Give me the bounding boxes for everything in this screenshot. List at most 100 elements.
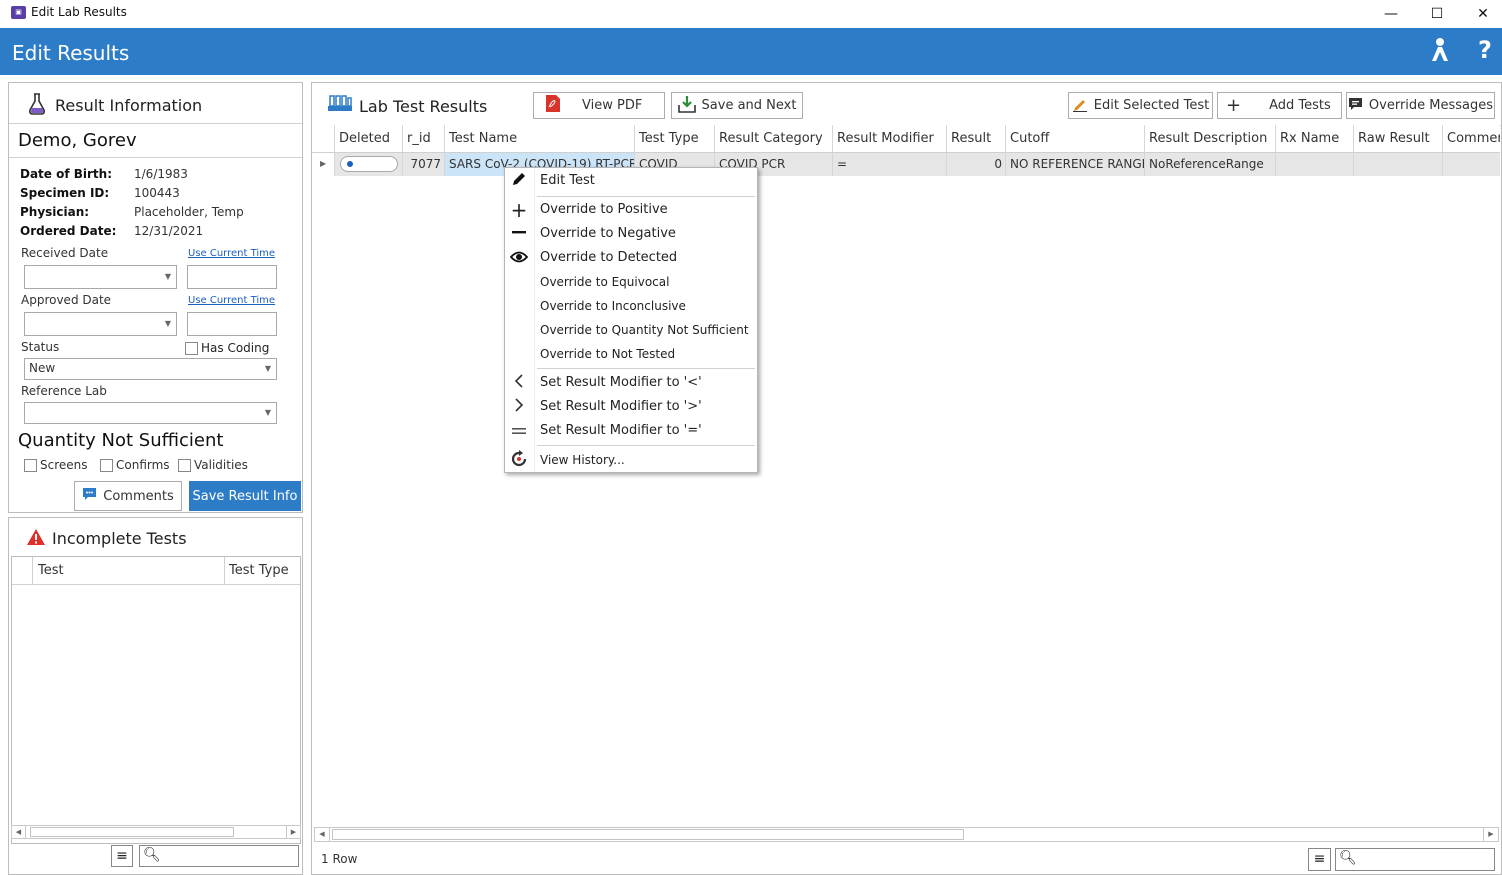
column-header-deleted[interactable]: Deleted xyxy=(335,125,403,153)
qns-confirms-option[interactable]: Confirms xyxy=(100,458,170,472)
received-date-picker[interactable]: ▼ xyxy=(24,265,177,289)
menu-item-modifier-equals[interactable]: Set Result Modifier to '=' xyxy=(505,419,757,443)
approved-use-current-time-link[interactable]: Use Current Time xyxy=(188,295,275,306)
validities-checkbox[interactable] xyxy=(178,458,191,472)
column-header-cutoff[interactable]: Cutoff xyxy=(1006,125,1145,153)
add-tests-button[interactable]: + Add Tests xyxy=(1217,92,1342,119)
menu-separator xyxy=(537,445,755,446)
edit-selected-test-button[interactable]: Edit Selected Test xyxy=(1068,92,1213,119)
save-and-next-button[interactable]: Save and Next xyxy=(671,92,803,119)
window-title: Edit Lab Results xyxy=(31,5,127,19)
deleted-toggle[interactable] xyxy=(340,156,398,172)
column-header-result-category[interactable]: Result Category xyxy=(715,125,833,153)
cell-cutoff[interactable]: NO REFERENCE RANGE xyxy=(1006,153,1145,176)
cell-r-id[interactable]: 7077 xyxy=(403,153,445,176)
received-time-field[interactable] xyxy=(187,265,277,289)
dob-label: Date of Birth: xyxy=(20,167,113,181)
menu-item-edit-test[interactable]: Edit Test xyxy=(505,169,757,193)
received-date-label: Received Date xyxy=(21,246,109,260)
has-coding-checkbox[interactable] xyxy=(185,341,198,355)
view-pdf-label: View PDF xyxy=(582,98,643,113)
page-title: Edit Results xyxy=(12,41,130,65)
result-information-panel: Result Information Demo, Gorev Date of B… xyxy=(8,82,303,513)
scroll-thumb[interactable] xyxy=(332,829,964,840)
menu-item-override-inconclusive[interactable]: Override to Inconclusive xyxy=(505,294,757,318)
menu-icon[interactable]: ≡ xyxy=(1308,848,1331,871)
ordered-date-value: 12/31/2021 xyxy=(134,224,204,238)
menu-item-override-equivocal[interactable]: Override to Equivocal xyxy=(505,270,757,294)
has-coding-option[interactable]: Has Coding xyxy=(185,341,269,355)
comments-button[interactable]: Comments xyxy=(74,481,182,511)
column-header-comment[interactable]: Commer xyxy=(1443,125,1500,153)
column-header-result-modifier[interactable]: Result Modifier xyxy=(833,125,947,153)
menu-item-view-history[interactable]: View History... xyxy=(505,448,757,472)
maximize-button[interactable]: ☐ xyxy=(1414,0,1460,28)
history-icon xyxy=(509,450,529,470)
column-header-test-type[interactable]: Test Type xyxy=(635,125,715,153)
cell-result-description[interactable]: NoReferenceRange xyxy=(1145,153,1276,176)
cell-result[interactable]: 0 xyxy=(947,153,1006,176)
column-header-test-name[interactable]: Test Name xyxy=(445,125,635,153)
screens-checkbox[interactable] xyxy=(24,458,37,472)
divider xyxy=(9,123,302,124)
add-tests-label: Add Tests xyxy=(1269,98,1331,113)
cell-raw-result[interactable] xyxy=(1354,153,1443,176)
menu-item-override-negative[interactable]: Override to Negative xyxy=(505,222,757,246)
menu-item-override-not-tested[interactable]: Override to Not Tested xyxy=(505,342,757,366)
cell-comment[interactable] xyxy=(1443,153,1500,176)
search-icon: 🔍︎ xyxy=(143,847,161,863)
column-header-test[interactable]: Test xyxy=(38,563,64,578)
menu-item-override-qns[interactable]: Override to Quantity Not Sufficient xyxy=(505,318,757,342)
reference-lab-select[interactable]: ▼ xyxy=(24,402,277,424)
approved-time-field[interactable] xyxy=(187,312,277,336)
scroll-thumb[interactable] xyxy=(30,827,234,837)
horizontal-scrollbar[interactable]: ◀ ▶ xyxy=(11,825,301,839)
row-expand-icon[interactable]: ▶ xyxy=(312,153,335,176)
menu-icon[interactable]: ≡ xyxy=(111,845,133,867)
chevron-down-icon: ▼ xyxy=(164,319,171,328)
screens-label: Screens xyxy=(40,458,88,472)
column-header-test-type[interactable]: Test Type xyxy=(229,563,289,578)
results-horizontal-scrollbar[interactable]: ◀ ▶ xyxy=(314,827,1499,842)
cell-deleted[interactable] xyxy=(335,153,403,176)
approved-date-picker[interactable]: ▼ xyxy=(24,312,177,336)
minimize-button[interactable]: — xyxy=(1368,0,1414,28)
app-icon: ▣ xyxy=(11,6,26,19)
comment-icon xyxy=(82,487,97,505)
equals-icon xyxy=(509,421,529,441)
menu-item-override-positive[interactable]: + Override to Positive xyxy=(505,198,757,222)
received-use-current-time-link[interactable]: Use Current Time xyxy=(188,248,275,259)
menu-item-modifier-less-than[interactable]: Set Result Modifier to '<' xyxy=(505,371,757,395)
column-header-result-description[interactable]: Result Description xyxy=(1145,125,1276,153)
cell-rx-name[interactable] xyxy=(1276,153,1354,176)
scroll-right-icon[interactable]: ▶ xyxy=(286,826,300,838)
eye-icon xyxy=(509,248,529,268)
help-icon[interactable]: ? xyxy=(1478,36,1492,64)
scroll-left-icon[interactable]: ◀ xyxy=(12,826,26,838)
close-button[interactable]: ✕ xyxy=(1460,0,1502,28)
cell-result-modifier[interactable]: = xyxy=(833,153,947,176)
person-key-icon[interactable] xyxy=(1428,37,1452,69)
status-select[interactable]: New ▼ xyxy=(24,358,277,380)
menu-item-label: Override to Equivocal xyxy=(540,275,670,289)
menu-item-override-detected[interactable]: Override to Detected xyxy=(505,246,757,270)
incomplete-search-input[interactable]: 🔍︎ xyxy=(139,845,299,867)
view-pdf-button[interactable]: View PDF xyxy=(533,92,665,119)
qns-validities-option[interactable]: Validities xyxy=(178,458,248,472)
row-indicator-header xyxy=(312,125,335,153)
qns-screens-option[interactable]: Screens xyxy=(24,458,88,472)
scroll-left-icon[interactable]: ◀ xyxy=(315,828,330,841)
column-header-result[interactable]: Result xyxy=(947,125,1006,153)
lab-test-results-title: Lab Test Results xyxy=(359,97,488,116)
save-result-info-button[interactable]: Save Result Info xyxy=(189,481,301,511)
column-header-r-id[interactable]: r_id xyxy=(403,125,445,153)
override-messages-button[interactable]: Override Messages xyxy=(1346,92,1495,119)
confirms-checkbox[interactable] xyxy=(100,458,113,472)
results-search-input[interactable]: 🔍︎ xyxy=(1335,848,1495,871)
column-header-rx-name[interactable]: Rx Name xyxy=(1276,125,1354,153)
scroll-right-icon[interactable]: ▶ xyxy=(1483,828,1498,841)
menu-item-modifier-greater-than[interactable]: Set Result Modifier to '>' xyxy=(505,395,757,419)
menu-separator xyxy=(537,196,755,197)
save-and-next-label: Save and Next xyxy=(701,98,797,113)
column-header-raw-result[interactable]: Raw Result xyxy=(1354,125,1443,153)
